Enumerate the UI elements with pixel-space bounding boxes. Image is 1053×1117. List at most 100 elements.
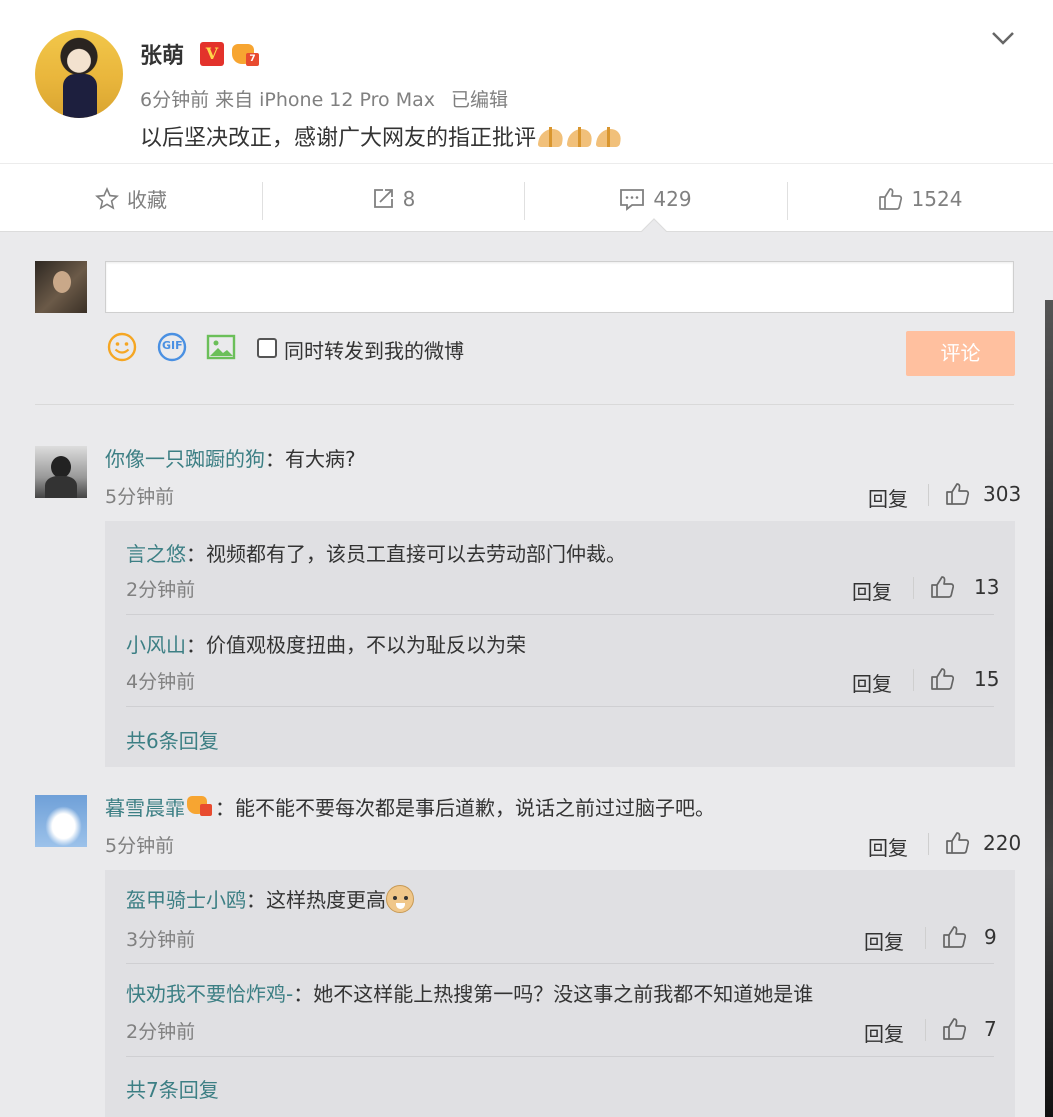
sub-reply-body: ：她不这样能上热搜第一吗？没这事之前我都不知道她是谁: [293, 982, 814, 1006]
more-replies-link[interactable]: 共7条回复: [126, 1074, 219, 1103]
post-source[interactable]: 来自 iPhone 12 Pro Max: [215, 89, 435, 111]
sub-reply-divider: [126, 614, 994, 615]
sub-reply-time: 2分钟前: [126, 579, 196, 601]
favorite-button[interactable]: 收藏: [0, 164, 262, 233]
member-level: 7: [246, 53, 259, 66]
verified-badge-icon[interactable]: V: [200, 42, 224, 66]
post-card: 张萌 V 7 6分钟前 来自 iPhone 12 Pro Max 已编辑 以后坚决改…: [0, 0, 1053, 163]
commenter-avatar[interactable]: [35, 795, 87, 847]
comment-text: 暮雪晨霏 ：能不能不要每次都是事后道歉，说话之前过过脑子吧。: [105, 792, 715, 821]
sub-reply-body: ：视频都有了，该员工直接可以去劳动部门仲裁。: [186, 542, 626, 566]
current-user-avatar[interactable]: [35, 261, 87, 313]
post-meta: 6分钟前 来自 iPhone 12 Pro Max 已编辑: [140, 85, 514, 112]
sub-reply-time: 3分钟前: [126, 929, 196, 951]
sub-reply-like-button[interactable]: 9: [942, 925, 997, 949]
submit-comment-button[interactable]: 评论: [906, 331, 1015, 376]
member-crown-icon[interactable]: 7: [230, 40, 260, 68]
comment-body: ：能不能不要每次都是事后道歉，说话之前过过脑子吧。: [215, 796, 715, 820]
sub-reply-like-count: 15: [974, 667, 1000, 691]
thumbs-up-icon: [946, 832, 970, 854]
gif-icon[interactable]: GIF: [156, 331, 188, 363]
post-text: 以后坚决改正，感谢广大网友的指正批评: [140, 120, 623, 152]
background-edge: [1045, 300, 1053, 1117]
pray-emoji-icon: [537, 125, 565, 149]
comment-like-count: 220: [983, 831, 1022, 855]
image-icon[interactable]: [205, 331, 237, 363]
comment-input[interactable]: [105, 261, 1014, 313]
sub-reply-text: 快劝我不要恰炸鸡-：她不这样能上热搜第一吗？没这事之前我都不知道她是谁: [126, 978, 813, 1007]
reply-like-divider: [913, 577, 914, 599]
comment-like-count: 303: [983, 482, 1022, 506]
sub-reply-time: 2分钟前: [126, 1021, 196, 1043]
post-time[interactable]: 6分钟前: [140, 89, 209, 111]
comments-divider: [35, 404, 1014, 405]
sub-reply-name[interactable]: 快劝我不要恰炸鸡-: [126, 982, 293, 1006]
comment-text: 你像一只踟蹰的狗：有大病?: [105, 443, 356, 472]
post-text-body: 以后坚决改正，感谢广大网友的指正批评: [140, 126, 537, 151]
favorite-label: 收藏: [127, 188, 167, 212]
pray-emoji-icon: [566, 125, 594, 149]
repost-button[interactable]: 8: [262, 164, 524, 233]
sub-reply-like-button[interactable]: 7: [942, 1017, 997, 1041]
commenter-name[interactable]: 你像一只踟蹰的狗: [105, 447, 265, 471]
comment-time: 5分钟前: [105, 486, 175, 508]
thumbs-up-icon: [878, 187, 902, 210]
repost-checkbox-label[interactable]: 同时转发到我的微博: [284, 335, 464, 364]
comment-icon: [620, 188, 645, 211]
sub-reply-box: 盔甲骑士小鸥：这样热度更高 3分钟前 回复 9 快劝我不要恰炸鸡-：她不这样能上…: [105, 870, 1015, 1117]
reply-like-divider: [925, 1019, 926, 1041]
comment-time: 5分钟前: [105, 835, 175, 857]
thumbs-up-icon: [943, 926, 967, 948]
repost-icon: [373, 188, 393, 208]
sub-reply-time: 4分钟前: [126, 671, 196, 693]
sub-reply-divider: [126, 963, 994, 964]
author-avatar[interactable]: [35, 30, 123, 118]
repost-checkbox[interactable]: [257, 338, 277, 358]
sub-reply-body: ：这样热度更高: [246, 888, 386, 912]
sub-reply-like-count: 9: [984, 925, 997, 949]
sub-reply-button[interactable]: 回复: [852, 668, 892, 697]
author-name[interactable]: 张萌: [140, 38, 184, 70]
more-replies-link[interactable]: 共6条回复: [126, 725, 219, 754]
sub-reply-button[interactable]: 回复: [864, 1018, 904, 1047]
post-edited[interactable]: 已编辑: [451, 89, 508, 111]
reply-button[interactable]: 回复: [868, 832, 908, 861]
commenter-avatar[interactable]: [35, 446, 87, 498]
sub-reply-like-count: 13: [974, 575, 1000, 599]
comment-count: 429: [653, 186, 692, 211]
sub-reply-button[interactable]: 回复: [864, 926, 904, 955]
sub-reply-box: 言之悠：视频都有了，该员工直接可以去劳动部门仲裁。 2分钟前 回复 13 小风山…: [105, 521, 1015, 767]
thumbs-up-icon: [946, 483, 970, 505]
sub-reply-name[interactable]: 小风山: [126, 633, 186, 657]
sub-reply-like-button[interactable]: 13: [930, 575, 999, 599]
reply-like-divider: [913, 669, 914, 691]
sub-reply-body: ：价值观极度扭曲，不以为耻反以为荣: [186, 633, 526, 657]
comment-body: ：有大病?: [265, 447, 356, 471]
repost-count: 8: [402, 186, 416, 211]
reply-like-divider: [928, 833, 929, 855]
sub-reply-text: 盔甲骑士小鸥：这样热度更高: [126, 884, 414, 913]
comment-like-button[interactable]: 220: [945, 831, 1021, 855]
like-count: 1524: [911, 186, 963, 211]
gif-label: GIF: [162, 339, 183, 352]
sub-reply-text: 小风山：价值观极度扭曲，不以为耻反以为荣: [126, 629, 526, 658]
post-action-bar: 收藏 8 429 1524: [0, 163, 1053, 232]
sub-reply-name[interactable]: 盔甲骑士小鸥: [126, 888, 246, 912]
emoji-icon[interactable]: [106, 331, 138, 363]
doge-emoji-icon: [386, 885, 414, 913]
reply-like-divider: [925, 927, 926, 949]
sub-reply-like-button[interactable]: 15: [930, 667, 999, 691]
sub-reply-divider: [126, 1056, 994, 1057]
pray-emoji-icon: [595, 125, 623, 149]
sub-reply-name[interactable]: 言之悠: [126, 542, 186, 566]
sub-reply-button[interactable]: 回复: [852, 576, 892, 605]
commenter-name[interactable]: 暮雪晨霏: [105, 796, 185, 820]
thumbs-up-icon: [943, 1018, 967, 1040]
reply-button[interactable]: 回复: [868, 483, 908, 512]
thumbs-up-icon: [931, 668, 955, 690]
sub-reply-text: 言之悠：视频都有了，该员工直接可以去劳动部门仲裁。: [126, 538, 626, 567]
chevron-down-icon[interactable]: [990, 28, 1016, 48]
member-crown-icon[interactable]: [187, 794, 213, 818]
like-button[interactable]: 1524: [787, 164, 1053, 233]
comment-like-button[interactable]: 303: [945, 482, 1021, 506]
